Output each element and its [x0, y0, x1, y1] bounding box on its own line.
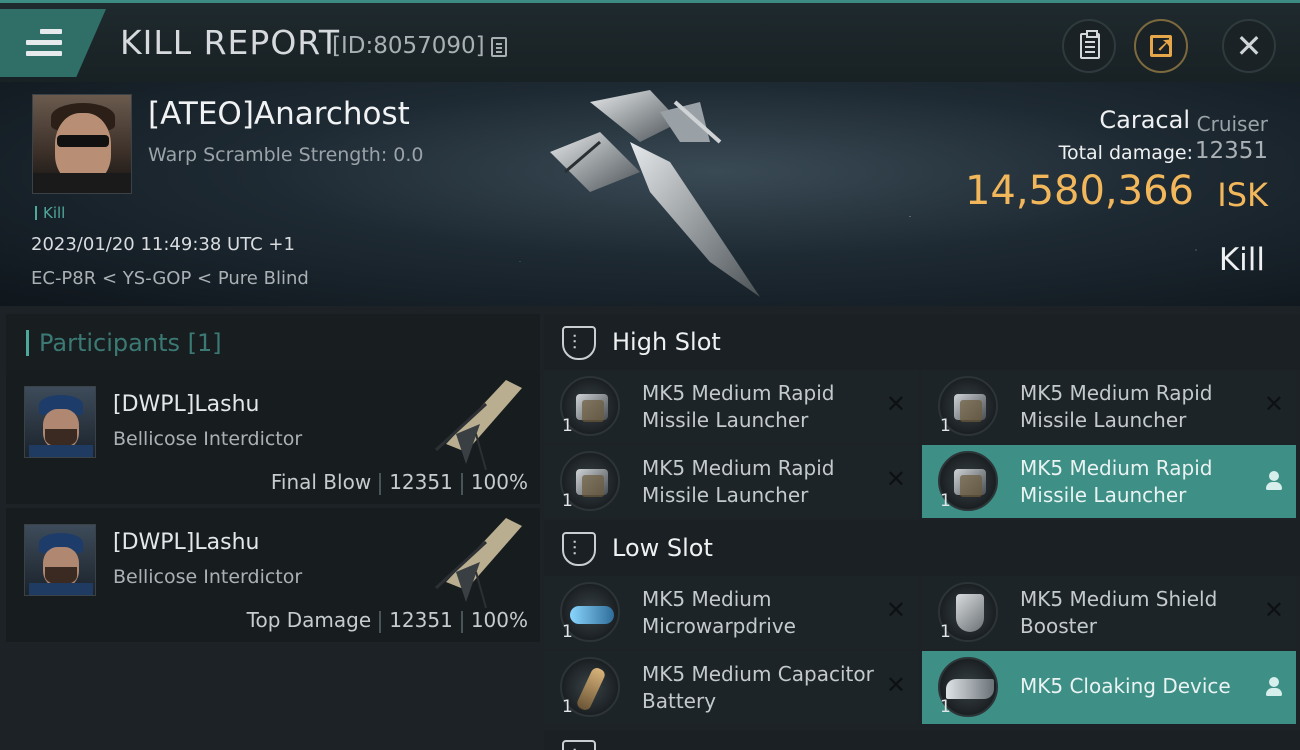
kill-result: Kill: [1218, 242, 1265, 278]
kill-location: EC-P8R < YS-GOP < Pure Blind: [31, 268, 309, 289]
participants-panel: Participants [1] [DWPL]Lashu Bellicose I…: [0, 306, 540, 750]
module-item[interactable]: 1 MK5 Medium Rapid Missile Launcher: [922, 445, 1296, 518]
high-slot-header: High Slot: [544, 314, 1300, 370]
share-icon: [1150, 32, 1173, 57]
module-quantity: 1: [562, 491, 573, 511]
destroyed-icon: ✕: [885, 390, 906, 418]
participants-title: Participants [1]: [26, 330, 222, 356]
high-slot-title: High Slot: [612, 328, 721, 356]
module-item[interactable]: 1 MK5 Medium Microwarpdrive ✕: [544, 576, 918, 649]
participant-ship-image: [434, 518, 522, 608]
module-quantity: 1: [940, 622, 951, 642]
dropped-person-icon: [1266, 677, 1282, 697]
warp-scramble-strength: Warp Scramble Strength: 0.0: [148, 144, 424, 166]
clipboard-button[interactable]: [1062, 19, 1116, 73]
module-quantity: 1: [562, 416, 573, 436]
low-slot-title: Low Slot: [612, 534, 713, 562]
module-item[interactable]: 1 MK5 Medium Shield Booster ✕: [922, 576, 1296, 649]
participant-card[interactable]: [DWPL]Lashu Bellicose Interdictor Final …: [6, 370, 540, 504]
module-quantity: 1: [940, 697, 951, 717]
victim-ship-class: Cruiser: [1196, 112, 1268, 136]
module-item[interactable]: 1 MK5 Medium Rapid Missile Launcher ✕: [922, 370, 1296, 443]
module-name: MK5 Medium Rapid Missile Launcher: [642, 381, 835, 432]
close-icon: ✕: [1235, 27, 1263, 65]
module-item[interactable]: 1 MK5 Medium Rapid Missile Launcher ✕: [544, 370, 918, 443]
share-button[interactable]: [1134, 19, 1188, 73]
module-name: MK5 Medium Rapid Missile Launcher: [642, 456, 835, 507]
isk-unit: ISK: [1217, 176, 1268, 214]
participant-name: [DWPL]Lashu: [113, 530, 260, 555]
participant-role: Final Blow: [270, 470, 372, 494]
isk-value: 14,580,366: [964, 168, 1194, 214]
victim-name[interactable]: [ATEO]Anarchost: [148, 96, 410, 132]
participant-role: Top Damage: [246, 608, 372, 632]
module-name: MK5 Medium Shield Booster: [1020, 587, 1218, 638]
module-name: MK5 Medium Microwarpdrive: [642, 587, 796, 638]
high-slot-icon: [562, 326, 596, 360]
module-name: MK5 Cloaking Device: [1020, 674, 1231, 698]
participant-stats: Final Blow 12351 100%: [271, 470, 528, 495]
top-bar: KILL REPORT [ID:8057090] ✕: [0, 0, 1300, 82]
participant-ship: Bellicose Interdictor: [113, 428, 303, 450]
participants-header: Participants [1]: [6, 314, 540, 370]
participant-avatar[interactable]: [24, 386, 96, 458]
participant-percent: 100%: [470, 608, 528, 632]
kill-datetime: 2023/01/20 11:49:38 UTC +1: [31, 234, 295, 255]
total-damage-label: Total damage:: [1058, 142, 1193, 164]
victim-avatar[interactable]: [32, 94, 132, 194]
destroyed-icon: ✕: [885, 671, 906, 699]
kill-tag: Kill: [35, 206, 65, 221]
menu-button[interactable]: [0, 9, 106, 77]
total-damage-value: 12351: [1194, 138, 1268, 164]
participant-card[interactable]: [DWPL]Lashu Bellicose Interdictor Top Da…: [6, 508, 540, 642]
page-title: KILL REPORT: [120, 23, 340, 62]
module-name: MK5 Medium Rapid Missile Launcher: [1020, 456, 1213, 507]
participant-name: [DWPL]Lashu: [113, 392, 260, 417]
clipboard-icon: [1080, 30, 1100, 59]
report-id: [ID:8057090]: [332, 33, 485, 59]
participant-stats: Top Damage 12351 100%: [247, 608, 528, 633]
participant-damage: 12351: [389, 608, 453, 632]
close-button[interactable]: ✕: [1222, 19, 1276, 73]
destroyed-icon: ✕: [1263, 596, 1284, 624]
dropped-person-icon: [1266, 471, 1282, 491]
hamburger-icon: [26, 29, 62, 57]
destroyed-icon: ✕: [885, 465, 906, 493]
copy-icon[interactable]: [491, 37, 507, 57]
victim-ship-name[interactable]: Caracal: [1099, 106, 1190, 134]
fitting-panel: High Slot 1 MK5 Medium Rapid Missile Lau…: [540, 306, 1300, 750]
destroyed-icon: ✕: [1263, 390, 1284, 418]
participant-ship: Bellicose Interdictor: [113, 566, 303, 588]
participant-percent: 100%: [470, 470, 528, 494]
victim-ship-image: [550, 90, 760, 297]
module-quantity: 1: [562, 697, 573, 717]
low-slot-icon: [562, 532, 596, 566]
victim-banner: [ATEO]Anarchost Warp Scramble Strength: …: [0, 82, 1300, 306]
participant-ship-image: [434, 380, 522, 470]
module-quantity: 1: [940, 416, 951, 436]
participant-avatar[interactable]: [24, 524, 96, 596]
participant-damage: 12351: [389, 470, 453, 494]
module-quantity: 1: [940, 491, 951, 511]
module-item[interactable]: 1 MK5 Medium Rapid Missile Launcher ✕: [544, 445, 918, 518]
module-item[interactable]: 1 MK5 Medium Capacitor Battery ✕: [544, 651, 918, 724]
module-name: MK5 Medium Capacitor Battery: [642, 662, 874, 713]
module-item[interactable]: 1 MK5 Cloaking Device: [922, 651, 1296, 724]
module-name: MK5 Medium Rapid Missile Launcher: [1020, 381, 1213, 432]
mid-slot-icon: [562, 740, 596, 750]
mid-slot-header: [544, 730, 1300, 750]
module-quantity: 1: [562, 622, 573, 642]
low-slot-header: Low Slot: [544, 520, 1300, 576]
destroyed-icon: ✕: [885, 596, 906, 624]
